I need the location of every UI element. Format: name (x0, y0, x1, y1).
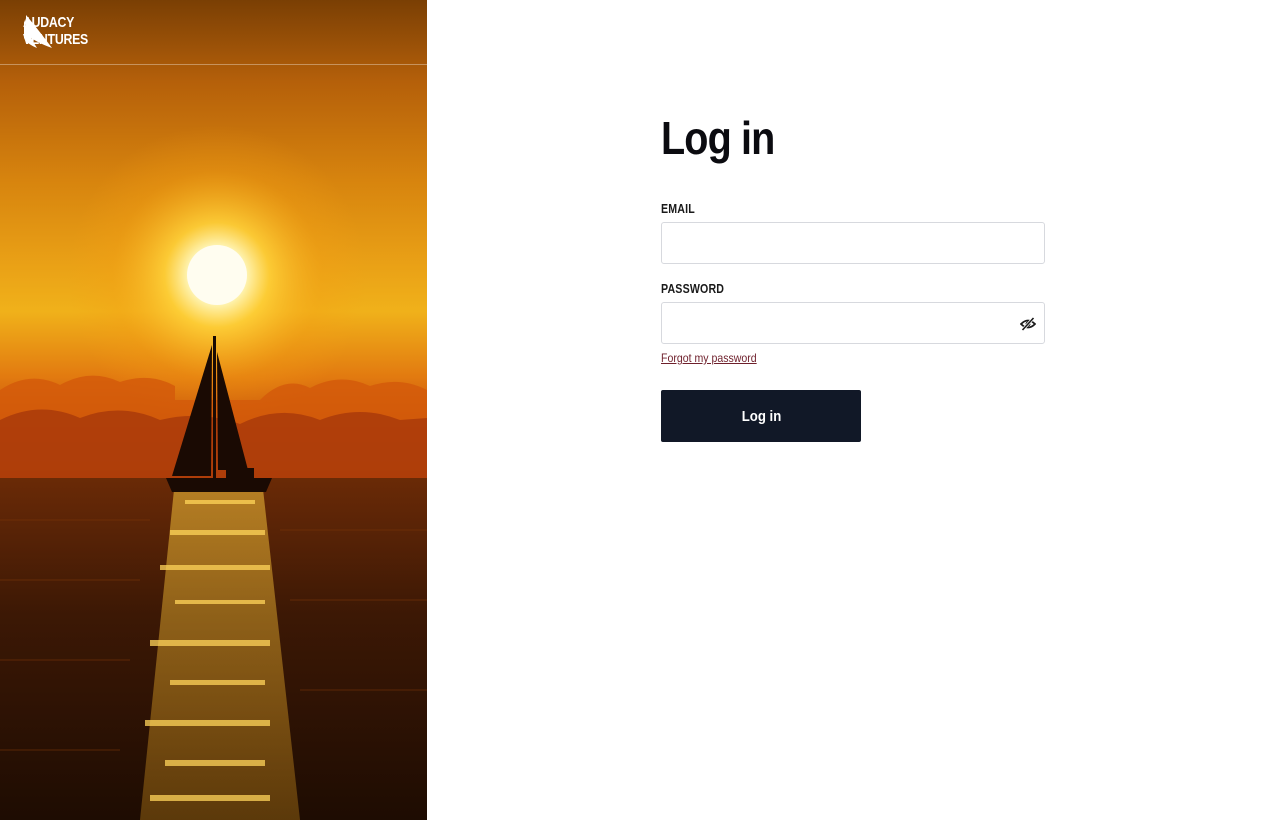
email-field[interactable] (662, 223, 1044, 263)
brand-logo[interactable]: AUDACY VENTURES (23, 14, 102, 48)
eye-slash-icon[interactable] (1020, 316, 1036, 332)
hero-header: AUDACY VENTURES (0, 0, 427, 65)
brand-wordmark: AUDACY VENTURES (23, 14, 102, 48)
sunset-sailboat-image (0, 125, 427, 820)
login-button-label: Log in (741, 407, 781, 425)
email-label: EMAIL (661, 202, 695, 216)
hero-image-panel: AUDACY VENTURES (0, 0, 427, 820)
page-title: Log in (661, 112, 775, 164)
forgot-password-link[interactable]: Forgot my password (661, 351, 757, 365)
password-label: PASSWORD (661, 282, 725, 296)
brand-line1: AUDACY (23, 14, 75, 31)
brand-line2: VENTURES (23, 31, 89, 48)
login-form: Log in EMAIL PASSWORD Forgot my password… (661, 110, 1045, 442)
email-field-wrapper (661, 222, 1045, 264)
login-button[interactable]: Log in (661, 390, 861, 442)
password-field[interactable] (662, 303, 1044, 343)
password-field-wrapper (661, 302, 1045, 344)
